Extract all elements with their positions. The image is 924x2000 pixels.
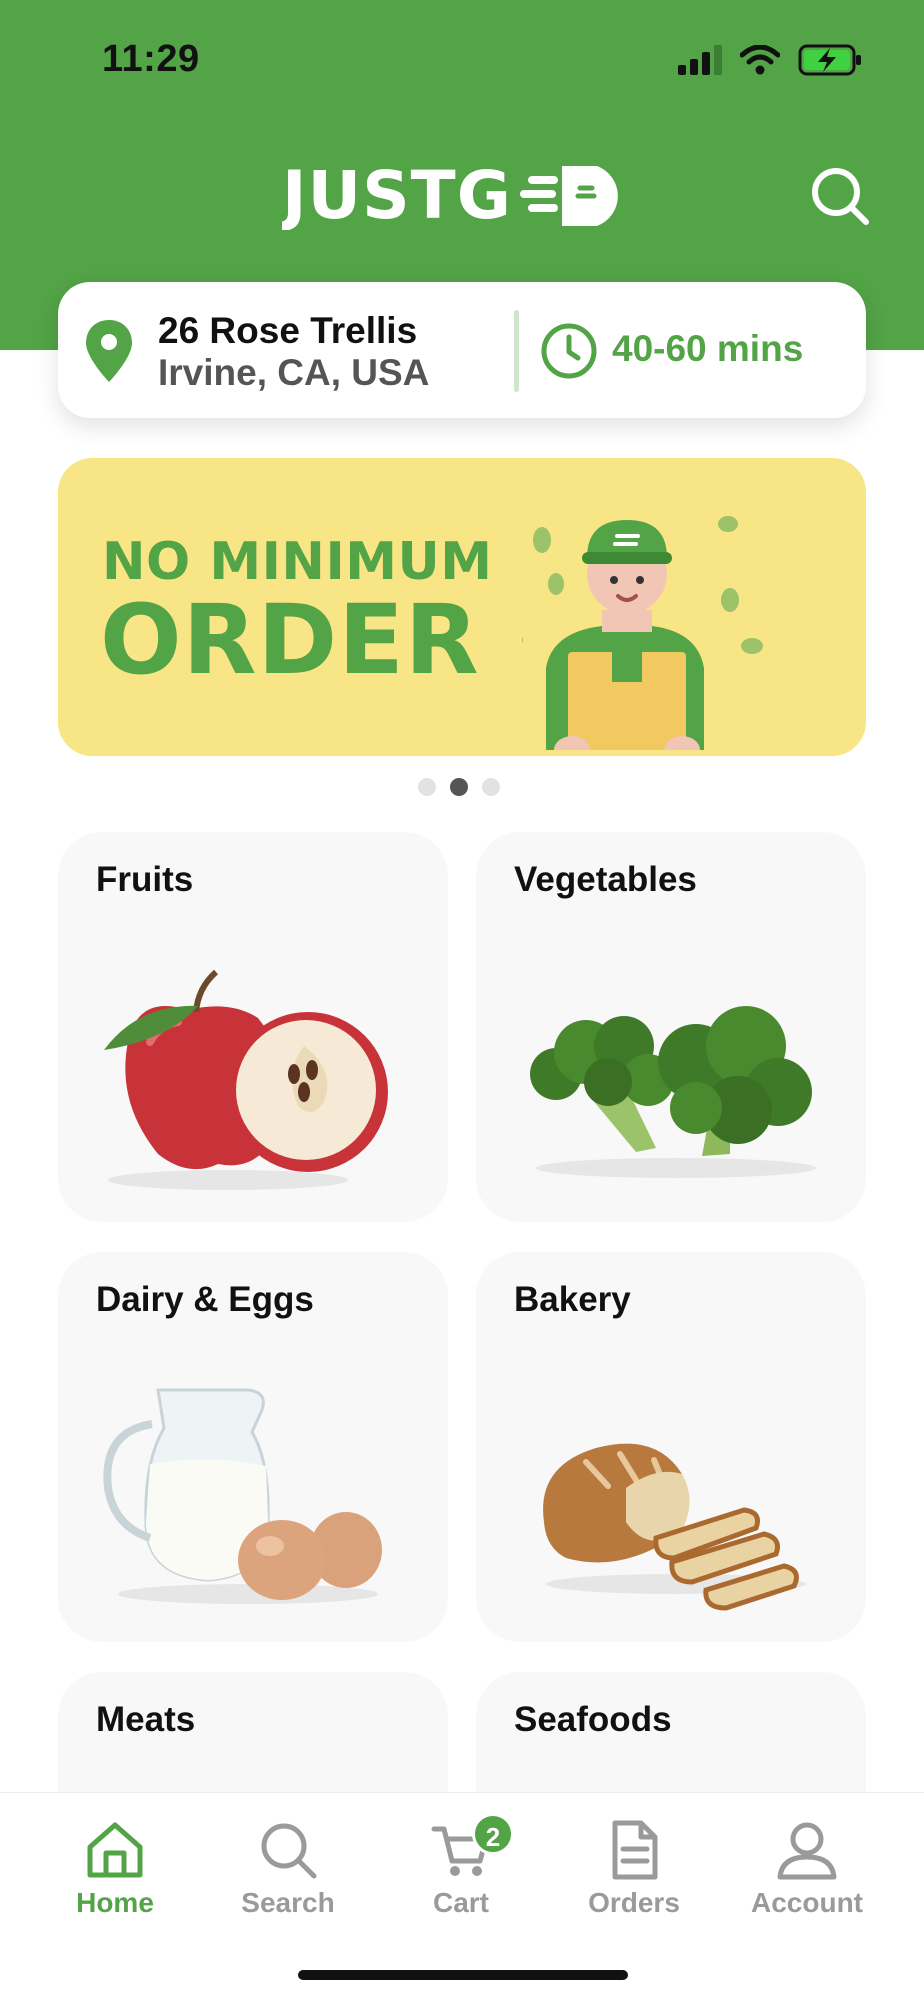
delivery-address: 26 Rose Trellis Irvine, CA, USA (158, 310, 429, 394)
category-dairy-eggs[interactable]: Dairy & Eggs (58, 1252, 448, 1642)
category-label: Seafoods (514, 1700, 672, 1739)
broccoli-image (530, 1006, 816, 1178)
category-label: Vegetables (514, 860, 697, 899)
tab-label: Cart (432, 1887, 489, 1918)
milk-eggs-image (103, 1388, 382, 1604)
home-icon (87, 1822, 143, 1878)
status-time: 11:29 (102, 38, 200, 80)
clock-icon (541, 323, 597, 379)
tab-label: Home (76, 1887, 154, 1918)
promo-banner[interactable]: NO MINIMUM ORDER (58, 458, 866, 756)
apple-image (104, 969, 388, 1190)
delivery-courier-illustration (522, 516, 763, 750)
pagination-dot[interactable] (418, 778, 436, 796)
address-street: 26 Rose Trellis (158, 310, 418, 351)
bread-image (543, 1443, 806, 1611)
tab-cart[interactable]: 2 Cart (386, 1813, 536, 1939)
document-icon (612, 1820, 658, 1880)
category-vegetables[interactable]: Vegetables (476, 832, 866, 1222)
wifi-icon (740, 45, 780, 75)
delivery-location-card[interactable]: 26 Rose Trellis Irvine, CA, USA 40-60 mi… (58, 282, 866, 418)
banner-subheadline: ORDER (100, 584, 480, 696)
tab-label: Account (751, 1887, 863, 1918)
bottom-tab-bar: Home Search 2 Cart Orders Account (0, 1792, 924, 2000)
banner-pagination (418, 778, 500, 796)
category-label: Dairy & Eggs (96, 1280, 314, 1319)
banner-headline: NO MINIMUM (102, 532, 493, 592)
justgo-logo: JUSTG (282, 158, 618, 230)
tab-home[interactable]: Home (40, 1819, 190, 1939)
tab-label: Orders (588, 1887, 680, 1918)
category-fruits[interactable]: Fruits (58, 832, 448, 1222)
battery-charging-icon (798, 44, 861, 76)
tab-label: Search (241, 1887, 335, 1918)
tab-orders[interactable]: Orders (559, 1819, 709, 1939)
search-icon (261, 1823, 317, 1879)
address-city: Irvine, CA, USA (158, 352, 430, 393)
delivery-eta: 40-60 mins (612, 328, 804, 369)
category-label: Meats (96, 1700, 196, 1739)
location-pin-icon (86, 320, 132, 382)
category-bakery[interactable]: Bakery (476, 1252, 866, 1642)
tab-account[interactable]: Account (732, 1819, 882, 1939)
divider (514, 310, 519, 392)
category-label: Bakery (514, 1280, 631, 1319)
user-icon (777, 1822, 837, 1880)
svg-text:JUSTG: JUSTG (282, 158, 512, 230)
tab-search[interactable]: Search (213, 1819, 363, 1939)
category-label: Fruits (96, 860, 194, 899)
search-icon[interactable] (808, 164, 872, 228)
pagination-dot[interactable] (482, 778, 500, 796)
cart-count-badge: 2 (472, 1813, 514, 1855)
pagination-dot-active[interactable] (450, 778, 468, 796)
status-bar: 11:29 (0, 0, 924, 120)
home-indicator (298, 1970, 628, 1980)
cellular-signal-icon (678, 45, 722, 75)
status-icons (678, 44, 862, 76)
